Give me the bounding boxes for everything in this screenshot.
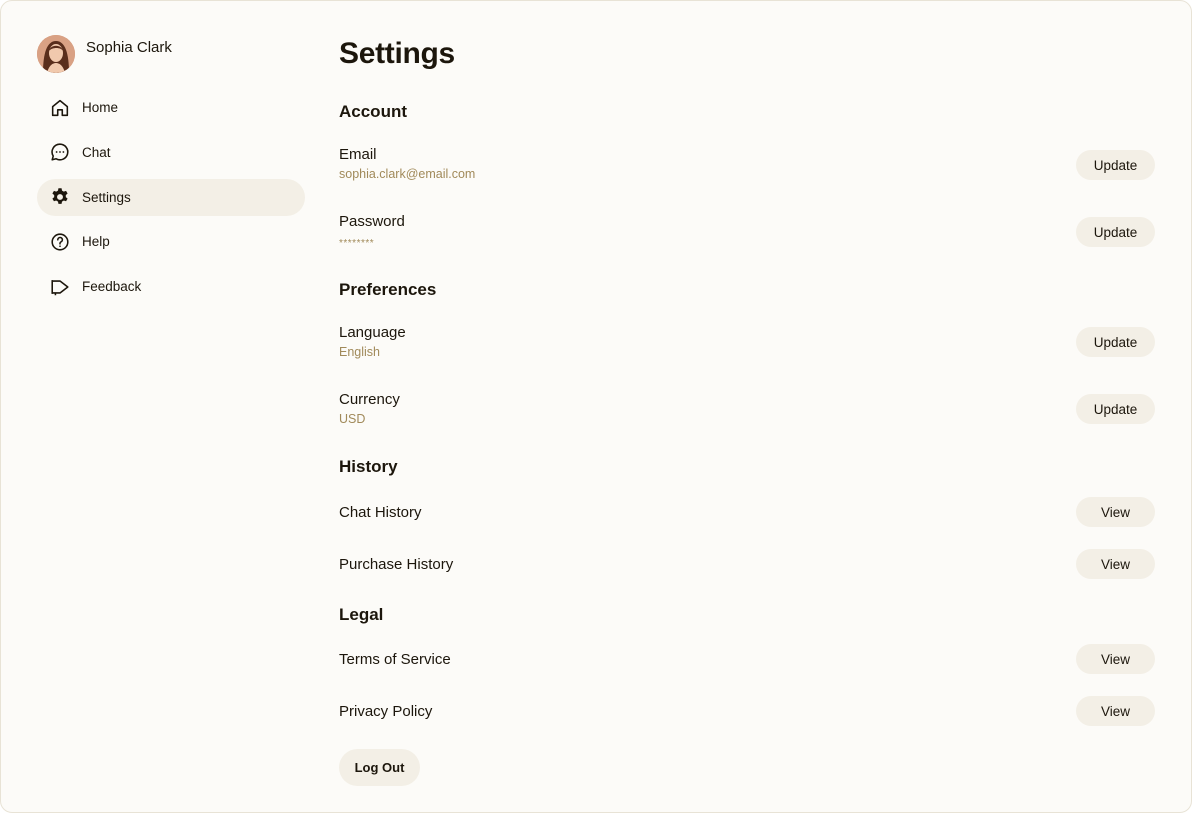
password-value: ********: [339, 238, 375, 249]
avatar[interactable]: [37, 35, 75, 73]
home-icon: [49, 97, 71, 119]
email-value: sophia.clark@email.com: [339, 167, 476, 181]
section-title-preferences: Preferences: [339, 280, 437, 299]
update-language-button[interactable]: Update: [1076, 327, 1155, 357]
sidebar-item-label: Help: [82, 234, 110, 250]
view-terms-button[interactable]: View: [1076, 644, 1155, 674]
sidebar-item-label: Settings: [82, 189, 131, 205]
chat-history-label: Chat History: [339, 504, 422, 521]
gear-icon: [49, 186, 71, 208]
megaphone-icon: [49, 276, 71, 298]
language-label: Language: [339, 324, 406, 341]
settings-row-privacy: Privacy Policy View: [339, 696, 1155, 736]
update-email-button[interactable]: Update: [1076, 150, 1155, 180]
sidebar-item-settings[interactable]: Settings: [37, 178, 305, 216]
settings-row-terms: Terms of Service View: [339, 644, 1155, 684]
email-label: Email: [339, 146, 377, 163]
password-label: Password: [339, 213, 405, 230]
settings-row-language: Language English Update: [339, 324, 1155, 364]
sidebar-item-chat[interactable]: Chat: [37, 134, 305, 171]
section-title-account: Account: [339, 102, 407, 121]
settings-row-currency: Currency USD Update: [339, 391, 1155, 431]
sidebar-item-help[interactable]: Help: [37, 223, 305, 260]
sidebar-nav: Home Chat Settings Help Feedback: [37, 89, 305, 305]
privacy-label: Privacy Policy: [339, 703, 433, 720]
terms-label: Terms of Service: [339, 651, 451, 668]
user-name: Sophia Clark: [86, 38, 172, 56]
section-title-history: History: [339, 457, 398, 476]
update-password-button[interactable]: Update: [1076, 217, 1155, 247]
purchase-history-label: Purchase History: [339, 556, 454, 573]
view-purchase-history-button[interactable]: View: [1076, 549, 1155, 579]
chat-icon: [49, 141, 71, 163]
settings-row-chat-history: Chat History View: [339, 497, 1155, 537]
sidebar-item-label: Feedback: [82, 279, 142, 295]
sidebar-item-label: Home: [82, 100, 119, 115]
update-currency-button[interactable]: Update: [1076, 394, 1155, 424]
settings-row-email: Email sophia.clark@email.com Update: [339, 146, 1155, 186]
settings-row-purchase-history: Purchase History View: [339, 549, 1155, 589]
language-value: English: [339, 345, 380, 359]
app-window: Sophia Clark Home Chat Settings Help Fee…: [0, 0, 1192, 813]
sidebar: Sophia Clark Home Chat Settings Help Fee…: [37, 35, 305, 313]
sidebar-item-label: Chat: [82, 144, 111, 160]
view-chat-history-button[interactable]: View: [1076, 497, 1155, 527]
log-out-button[interactable]: Log Out: [339, 749, 420, 786]
view-privacy-button[interactable]: View: [1076, 696, 1155, 726]
user-profile[interactable]: Sophia Clark: [37, 35, 305, 73]
help-icon: [49, 231, 71, 253]
sidebar-item-feedback[interactable]: Feedback: [37, 268, 305, 305]
page-title: Settings: [339, 37, 455, 70]
currency-label: Currency: [339, 391, 400, 408]
settings-row-password: Password ******** Update: [339, 213, 1155, 253]
section-title-legal: Legal: [339, 605, 384, 624]
currency-value: USD: [339, 412, 366, 426]
sidebar-item-home[interactable]: Home: [37, 89, 305, 126]
